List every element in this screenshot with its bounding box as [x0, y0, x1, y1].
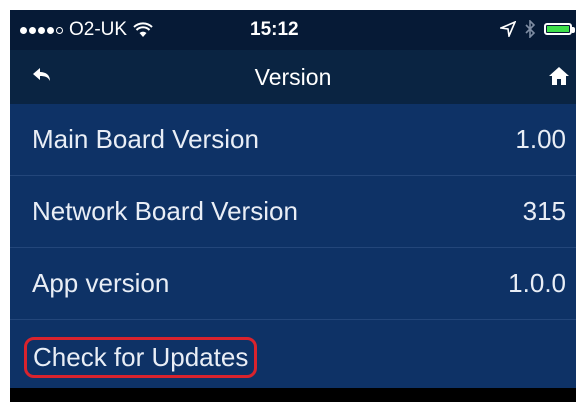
status-bar: O2-UK 15:12 [10, 10, 576, 50]
navigation-bar: Version [10, 50, 576, 104]
main-board-value: 1.00 [515, 124, 566, 154]
battery-icon [544, 23, 575, 35]
check-for-updates-button[interactable]: Check for Updates [24, 337, 258, 378]
version-list: Main Board Version 1.00 Network Board Ve… [10, 104, 576, 392]
list-item-app-version: App version 1.0.0 [10, 248, 576, 320]
app-version-label: App version [32, 268, 170, 298]
app-version-value: 1.0.0 [508, 268, 566, 298]
page-title: Version [254, 64, 332, 90]
list-item-check-updates[interactable]: Check for Updates [10, 320, 576, 392]
app-screen: O2-UK 15:12 Version Main Board Version 1… [10, 10, 576, 402]
home-icon[interactable] [548, 65, 570, 87]
carrier-info: O2-UK [20, 19, 153, 41]
signal-strength-icon [20, 26, 63, 34]
network-board-label: Network Board Version [32, 196, 298, 226]
battery-level [547, 26, 569, 32]
carrier-name: O2-UK [69, 19, 128, 40]
list-item-main-board: Main Board Version 1.00 [10, 104, 576, 176]
wifi-icon [133, 22, 153, 37]
status-time: 15:12 [250, 19, 299, 40]
main-board-label: Main Board Version [32, 124, 259, 154]
bluetooth-icon [525, 20, 536, 38]
list-item-network-board: Network Board Version 315 [10, 176, 576, 248]
bottom-bar [10, 388, 576, 402]
network-board-value: 315 [522, 196, 566, 226]
status-right-icons [500, 20, 575, 38]
location-arrow-icon [500, 21, 516, 37]
